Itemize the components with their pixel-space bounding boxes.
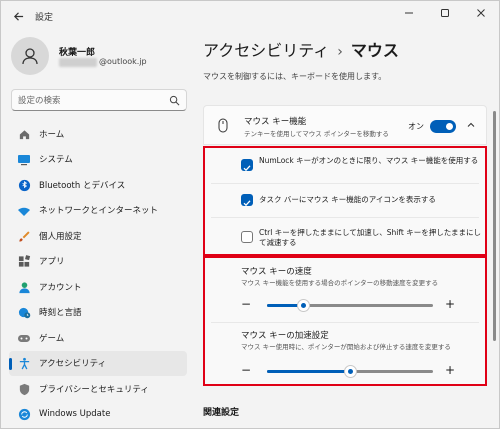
sidebar-item-gaming[interactable]: ゲーム [9, 325, 187, 351]
acceleration-minus-label: − [241, 363, 252, 377]
active-indicator [9, 357, 12, 370]
sidebar-item-time-language[interactable]: 時刻と言語 [9, 300, 187, 326]
profile-name: 秋葉一郎 [59, 48, 96, 58]
mouse-keys-title: マウス キー機能 [244, 117, 307, 127]
numlock-option-label: NumLock キーがオンのときに限り、マウス キー機能を使用する [259, 156, 479, 165]
gamepad-icon [17, 331, 31, 345]
checkmark-icon [243, 165, 251, 172]
acceleration-slider-fill [267, 370, 350, 373]
divider [211, 322, 479, 323]
minimize-icon [405, 12, 413, 14]
email-redacted [59, 58, 97, 67]
mouse-keys-subtitle: テンキーを使用してマウス ポインターを移動する [244, 130, 389, 138]
chevron-up-icon[interactable] [466, 120, 476, 130]
wifi-icon [17, 204, 31, 218]
accessibility-icon [17, 357, 31, 371]
speed-slider-thumb[interactable] [297, 299, 311, 312]
sidebar-item-apps[interactable]: アプリ [9, 249, 187, 275]
acceleration-slider[interactable] [267, 365, 433, 378]
checkmark-icon [243, 200, 251, 207]
sidebar-item-label: システム [39, 155, 73, 166]
mouse-keys-card[interactable]: マウス キー機能 テンキーを使用してマウス ポインターを移動する オン [203, 105, 487, 145]
page-title: マウス [350, 41, 399, 60]
breadcrumb: アクセシビリティ › マウス [203, 37, 399, 61]
brush-icon [17, 229, 31, 243]
sidebar-item-label: アプリ [39, 257, 65, 268]
sidebar-item-network[interactable]: ネットワークとインターネット [9, 198, 187, 224]
ctrl-shift-option-label: Ctrl キーを押したままにして加速し、Shift キーを押したままにして減速す… [259, 228, 481, 247]
sidebar-item-label: ゲーム [39, 333, 65, 344]
sidebar-item-personalization[interactable]: 個人用設定 [9, 223, 187, 249]
speed-plus-label: + [445, 297, 456, 311]
speed-slider[interactable] [267, 299, 433, 312]
scrollbar[interactable] [493, 111, 496, 341]
window-controls [391, 1, 499, 25]
sidebar-item-label: アカウント [39, 282, 82, 293]
divider [211, 183, 479, 184]
sidebar-item-label: Bluetooth とデバイス [39, 180, 126, 191]
minimize-button[interactable] [391, 1, 427, 25]
person-icon [22, 48, 38, 65]
taskbar-icon-checkbox[interactable] [241, 194, 253, 207]
sidebar-item-accounts[interactable]: アカウント [9, 274, 187, 300]
sidebar-item-label: アクセシビリティ [39, 359, 107, 370]
toggle-state-label: オン [408, 122, 424, 131]
back-button[interactable] [9, 7, 27, 25]
page-description: マウスを制御するには、キーボードを使用します。 [203, 72, 387, 81]
sidebar-item-privacy-security[interactable]: プライバシーとセキュリティ [9, 376, 187, 402]
mouse-keys-speed-settings: マウス キーの速度 マウス キー機能を使用する場合のポインターの移動速度を変更す… [203, 256, 487, 386]
breadcrumb-separator: › [337, 44, 343, 60]
maximize-icon [441, 9, 449, 17]
monitor-icon [17, 153, 31, 167]
acceleration-plus-label: + [445, 363, 456, 377]
apps-icon [17, 255, 31, 269]
sidebar-item-label: 個人用設定 [39, 231, 82, 242]
ctrl-shift-checkbox[interactable] [241, 231, 253, 243]
acceleration-slider-thumb[interactable] [343, 365, 357, 378]
settings-window: 設定 秋葉一郎 @outlook.jp 設定の検索 ホーム システム Bluet… [0, 0, 500, 429]
shield-icon [17, 382, 31, 396]
bluetooth-icon [17, 178, 31, 192]
sidebar-item-label: ネットワークとインターネット [39, 206, 159, 217]
numlock-checkbox[interactable] [241, 159, 253, 172]
sidebar-item-bluetooth[interactable]: Bluetooth とデバイス [9, 172, 187, 198]
profile-email: @outlook.jp [99, 57, 147, 66]
speed-title: マウス キーの速度 [241, 267, 312, 277]
window-title: 設定 [35, 13, 54, 23]
mouse-icon [218, 118, 228, 133]
search-placeholder: 設定の検索 [18, 96, 61, 106]
sidebar-item-accessibility[interactable]: アクセシビリティ [9, 350, 187, 376]
account-icon [17, 280, 31, 294]
mouse-keys-toggle[interactable] [430, 120, 456, 133]
taskbar-icon-option-label: タスク バーにマウス キー機能のアイコンを表示する [259, 195, 436, 204]
sidebar-nav: ホーム システム Bluetooth とデバイス ネットワークとインターネット … [9, 121, 187, 427]
mouse-keys-options: NumLock キーがオンのときに限り、マウス キー機能を使用する タスク バー… [203, 146, 487, 256]
search-icon [169, 95, 180, 106]
close-button[interactable] [463, 1, 499, 25]
sidebar-item-home[interactable]: ホーム [9, 121, 187, 147]
divider [211, 217, 479, 218]
arrow-left-icon [13, 11, 23, 21]
avatar [11, 37, 49, 75]
sidebar-item-label: Windows Update [39, 409, 111, 420]
globe-clock-icon [17, 306, 31, 320]
acceleration-title: マウス キーの加速設定 [241, 331, 329, 341]
breadcrumb-parent[interactable]: アクセシビリティ [203, 41, 329, 60]
speed-subtitle: マウス キー機能を使用する場合のポインターの移動速度を変更する [241, 279, 439, 287]
sidebar-item-system[interactable]: システム [9, 147, 187, 173]
speed-minus-label: − [241, 297, 252, 311]
maximize-button[interactable] [427, 1, 463, 25]
sidebar-item-windows-update[interactable]: Windows Update [9, 402, 187, 428]
close-icon [477, 9, 485, 17]
home-icon [17, 127, 31, 141]
sidebar-item-label: 時刻と言語 [39, 308, 82, 319]
update-icon [17, 408, 31, 422]
sidebar-item-label: プライバシーとセキュリティ [39, 384, 149, 395]
sidebar-item-label: ホーム [39, 129, 65, 140]
title-bar: 設定 [1, 1, 499, 31]
user-profile[interactable]: 秋葉一郎 @outlook.jp [11, 37, 191, 77]
acceleration-subtitle: マウス キー使用時に、ポインターが開始および停止する速度を変更する [241, 343, 451, 351]
related-settings-heading: 関連設定 [203, 408, 240, 418]
search-input[interactable]: 設定の検索 [11, 89, 187, 111]
